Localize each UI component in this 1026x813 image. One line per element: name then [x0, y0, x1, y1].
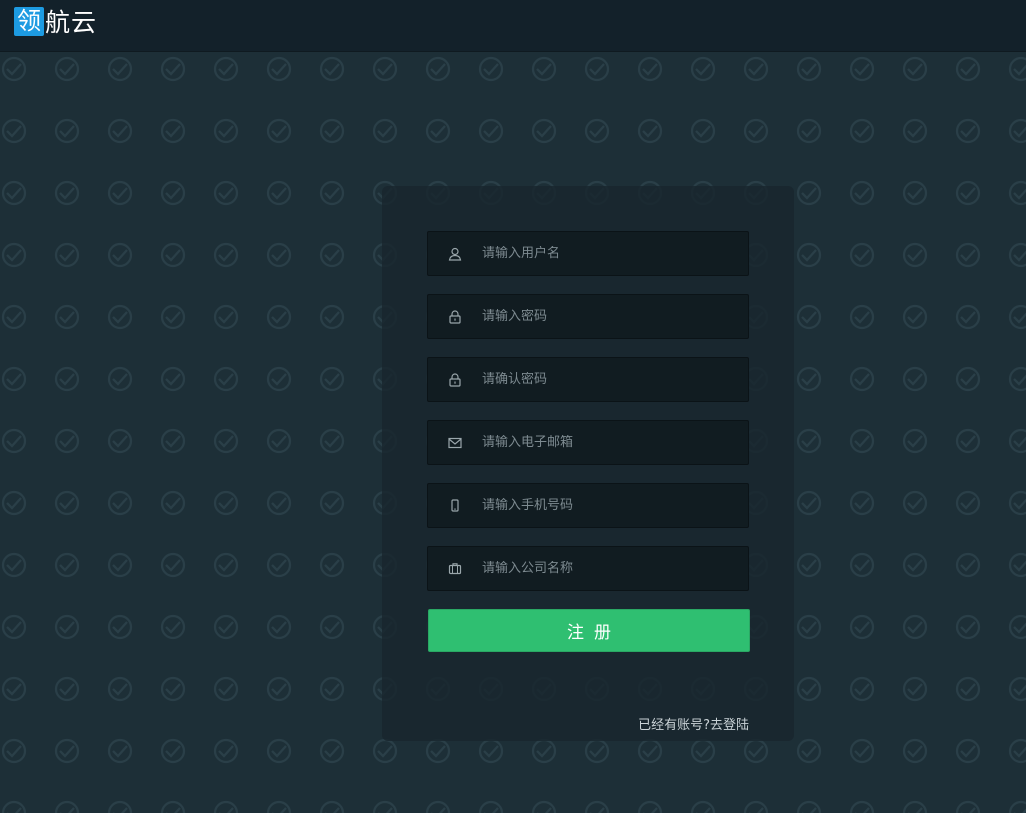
register-button[interactable]: 注册: [428, 609, 750, 652]
username-field[interactable]: [427, 231, 749, 276]
logo[interactable]: 领 航云: [14, 6, 98, 37]
logo-text: 航云: [45, 8, 98, 37]
email-field[interactable]: [427, 420, 749, 465]
go-to-login-link[interactable]: 已经有账号?去登陆: [638, 714, 749, 733]
user-icon: [447, 246, 463, 262]
password-input[interactable]: [482, 309, 732, 324]
confirm-password-input[interactable]: [482, 372, 732, 387]
email-input[interactable]: [482, 435, 732, 450]
confirm-password-field[interactable]: [427, 357, 749, 402]
username-input[interactable]: [482, 246, 732, 261]
company-input[interactable]: [482, 561, 732, 576]
envelope-icon: [447, 435, 463, 451]
briefcase-icon: [447, 561, 463, 577]
lock-icon: [447, 309, 463, 325]
phone-field[interactable]: [427, 483, 749, 528]
top-header: 领 航云: [0, 0, 1026, 52]
lock-icon: [447, 372, 463, 388]
phone-input[interactable]: [482, 498, 732, 513]
mobile-phone-icon: [447, 498, 463, 514]
password-field[interactable]: [427, 294, 749, 339]
company-field[interactable]: [427, 546, 749, 591]
register-panel: 注册 已经有账号?去登陆: [382, 186, 794, 741]
logo-mark: 领: [14, 6, 44, 36]
